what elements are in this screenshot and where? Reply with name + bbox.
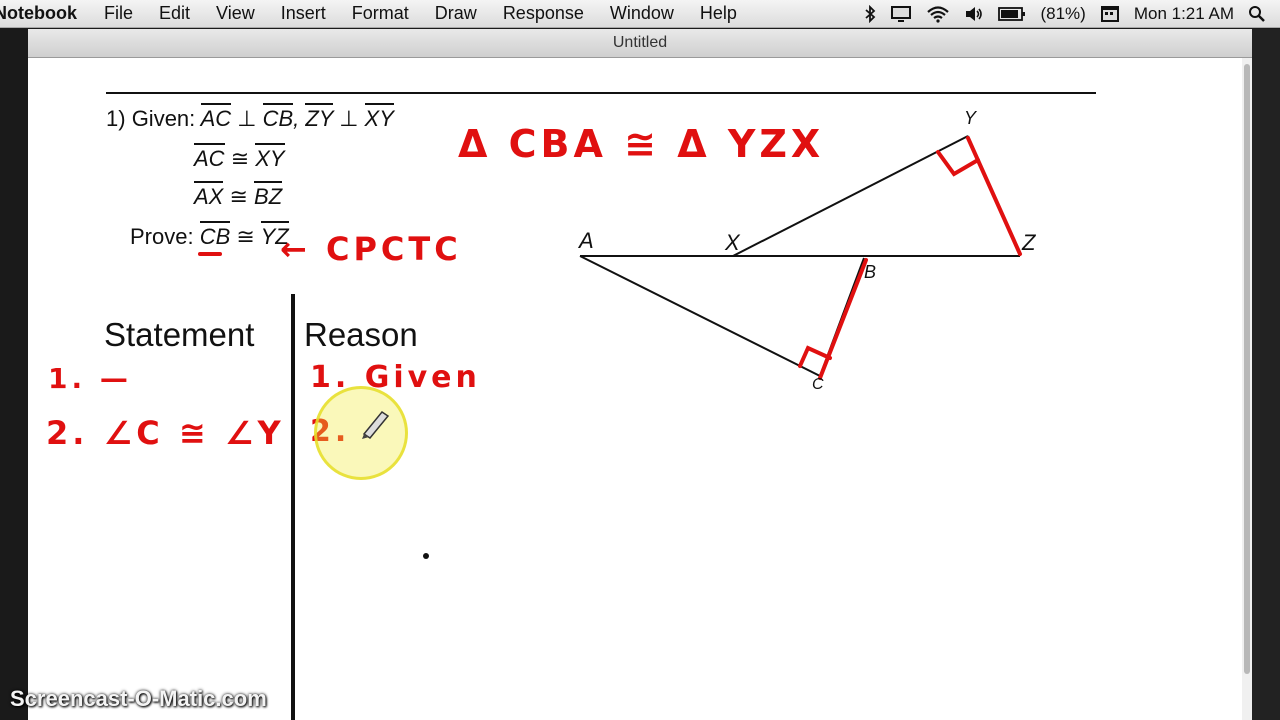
segment-bz: BZ [254, 181, 283, 209]
triangle-diagram [579, 135, 1022, 380]
right-angle-y [936, 150, 980, 177]
battery-icon[interactable] [998, 5, 1026, 23]
notebook-page[interactable]: 1) Given: AC ⊥ CB, ZY ⊥ XY AC ≅ XY AX ≅ … [28, 58, 1242, 720]
side-cb-highlight [818, 258, 868, 380]
ink-dot [423, 553, 429, 559]
point-label-z: Z [1022, 230, 1036, 255]
menu-window[interactable]: Window [597, 3, 687, 24]
reason-header: Reason [304, 316, 418, 353]
segment-a-c [579, 255, 821, 377]
proof-column-divider [291, 294, 295, 720]
segment-zy: ZY [305, 103, 334, 131]
given-label: Given: [131, 106, 196, 131]
segment-ac: AC [194, 143, 225, 171]
display-icon[interactable] [890, 5, 912, 23]
point-label-y: Y [964, 108, 977, 128]
desktop-edge [1252, 29, 1280, 720]
watermark: Screencast-O-Matic.com [10, 686, 267, 711]
status-area: (81%) Mon 1:21 AM [864, 4, 1280, 24]
given-line-2: AC ≅ XY [194, 143, 285, 172]
segment-cb: CB [262, 103, 294, 131]
given-line-1: 1) Given: AC ⊥ CB, ZY ⊥ XY [106, 103, 394, 132]
segment-xy: XY [364, 103, 394, 131]
point-label-c: C [812, 376, 824, 393]
problem-number: 1) [106, 106, 126, 131]
perpendicular-symbol: ⊥ [339, 106, 359, 131]
wifi-icon[interactable] [926, 5, 950, 23]
menu-bar: Notebook File Edit View Insert Format Dr… [0, 0, 1280, 28]
menu-format[interactable]: Format [339, 3, 422, 24]
congruent-symbol: ≅ [236, 224, 255, 249]
top-rule [106, 92, 1096, 94]
menu-view[interactable]: View [203, 3, 268, 24]
clock[interactable]: Mon 1:21 AM [1134, 4, 1234, 24]
menu-response[interactable]: Response [490, 3, 597, 24]
statement-1: 1. — [48, 362, 132, 395]
prove-line: Prove: CB ≅ YZ [130, 221, 289, 250]
segment-cb: CB [199, 221, 231, 249]
point-label-x: X [725, 230, 740, 255]
underline-mark [198, 252, 222, 256]
bluetooth-icon[interactable] [864, 4, 876, 23]
segment-xy: XY [255, 143, 285, 171]
reason-1: 1. Given [310, 360, 481, 395]
congruent-symbol: ≅ [229, 184, 248, 209]
segment-ac: AC [200, 103, 232, 131]
menu-draw[interactable]: Draw [422, 3, 490, 24]
app-menu[interactable]: Notebook [0, 3, 91, 24]
statement-header: Statement [104, 316, 255, 353]
side-yz-highlight [966, 136, 1022, 256]
point-label-a: A [579, 228, 594, 253]
vertical-scrollbar[interactable] [1242, 58, 1252, 720]
point-label-b: B [864, 262, 877, 282]
pen-cursor-icon [362, 410, 390, 440]
red-markings [798, 136, 1022, 380]
volume-icon[interactable] [964, 5, 984, 23]
menu-insert[interactable]: Insert [268, 3, 339, 24]
given-line-3: AX ≅ BZ [194, 181, 283, 210]
menu-help[interactable]: Help [687, 3, 750, 24]
calendar-icon[interactable] [1100, 5, 1120, 23]
segment-x-y [732, 135, 969, 257]
statement-2: 2. ∠C ≅ ∠Y [46, 414, 285, 452]
comma: , [293, 106, 300, 131]
congruent-symbol: ≅ [230, 146, 250, 171]
segment-ax: AX [194, 181, 224, 209]
menu-edit[interactable]: Edit [146, 3, 203, 24]
scrollbar-thumb[interactable] [1244, 64, 1250, 674]
battery-percent: (81%) [1040, 3, 1086, 23]
window-title-bar[interactable]: Untitled [28, 29, 1252, 58]
perpendicular-symbol: ⊥ [237, 106, 257, 131]
window-title: Untitled [612, 34, 668, 51]
spotlight-search-icon[interactable] [1248, 5, 1266, 23]
prove-label: Prove: [130, 224, 194, 249]
menu-file[interactable]: File [91, 3, 146, 24]
cpctc-annotation: ← CPCTC [280, 230, 462, 268]
